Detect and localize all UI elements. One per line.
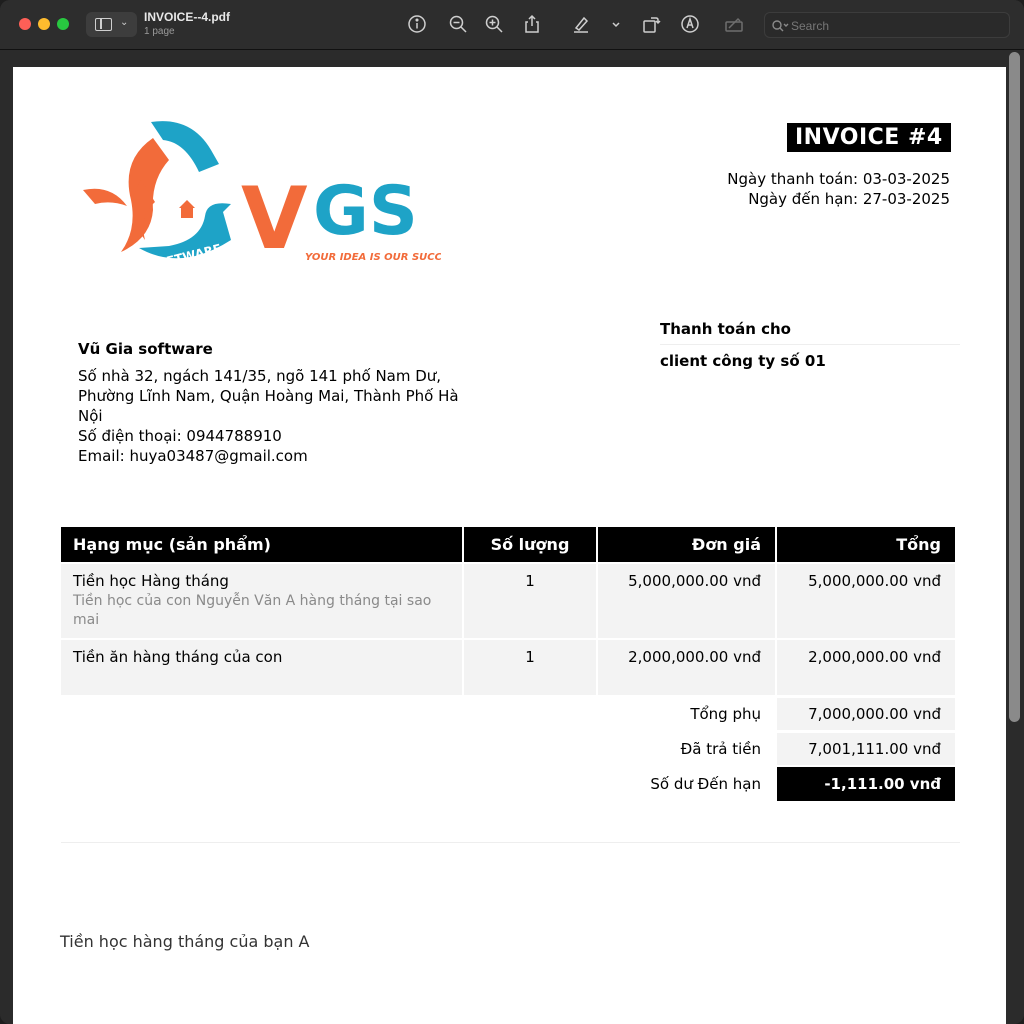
rotate-icon	[643, 17, 661, 33]
column-header-unit-price: Đơn giá	[598, 527, 775, 562]
subtotal-value: 7,000,000.00 vnđ	[777, 698, 955, 730]
table-row-item: Tiền ăn hàng tháng của con	[61, 640, 462, 695]
rotate-button[interactable]	[641, 14, 661, 34]
share-button[interactable]	[522, 14, 542, 34]
item-quantity: 1	[464, 564, 596, 638]
item-total: 2,000,000.00 vnđ	[777, 640, 955, 695]
zoom-out-button[interactable]	[448, 14, 468, 34]
search-icon	[772, 20, 789, 32]
item-quantity: 1	[464, 640, 596, 695]
vertical-scrollbar[interactable]	[1009, 52, 1020, 722]
markup-button[interactable]	[680, 14, 700, 34]
bill-to-name: client công ty số 01	[660, 352, 826, 370]
logo-gs: GS	[313, 172, 418, 251]
pdf-page: SOFTWARE V GS YOUR IDEA IS OUR SUCCESS I…	[13, 67, 1006, 1024]
bill-to-label: Thanh toán cho	[660, 320, 791, 338]
invoice-title: INVOICE #4	[787, 123, 951, 152]
table-row-item: Tiền học Hàng tháng Tiền học của con Ngu…	[61, 564, 462, 638]
toolbar: ⌄ INVOICE--4.pdf 1 page Search	[0, 0, 1024, 50]
markup-icon	[681, 15, 699, 33]
due-date: Ngày đến hạn: 27-03-2025	[748, 190, 950, 208]
subtotal-label: Tổng phụ	[690, 705, 761, 723]
payment-date: Ngày thanh toán: 03-03-2025	[727, 170, 950, 188]
share-icon	[525, 14, 539, 33]
preview-window: ⌄ INVOICE--4.pdf 1 page Search SOFTWARE …	[0, 0, 1024, 1024]
minimize-window-button[interactable]	[38, 18, 50, 30]
zoom-in-icon	[485, 15, 503, 33]
sign-button[interactable]	[724, 14, 744, 34]
invoice-note: Tiền học hàng tháng của bạn A	[60, 932, 310, 951]
zoom-in-button[interactable]	[484, 14, 504, 34]
sign-icon	[725, 17, 743, 32]
search-field[interactable]: Search	[764, 12, 1010, 38]
zoom-out-icon	[449, 15, 467, 33]
document-page-count: 1 page	[144, 26, 175, 37]
document-title: INVOICE--4.pdf	[144, 10, 230, 24]
logo-v: V	[241, 169, 308, 269]
company-logo: SOFTWARE V GS YOUR IDEA IS OUR SUCCESS	[83, 121, 441, 270]
item-name: Tiền ăn hàng tháng của con	[73, 648, 283, 666]
footer-divider	[61, 842, 960, 843]
balance-due-label: Số dư Đến hạn	[650, 775, 761, 793]
paid-label: Đã trả tiền	[680, 740, 761, 758]
zoom-window-button[interactable]	[57, 18, 69, 30]
paid-value: 7,001,111.00 vnđ	[777, 733, 955, 765]
balance-due-value: -1,111.00 vnđ	[777, 767, 955, 801]
sidebar-icon	[95, 18, 112, 31]
info-icon	[408, 15, 426, 33]
bill-to-divider	[660, 344, 960, 345]
sender-name: Vũ Gia software	[78, 340, 213, 358]
highlight-button[interactable]	[571, 14, 591, 34]
close-window-button[interactable]	[19, 18, 31, 30]
highlight-options-button[interactable]	[606, 14, 620, 34]
chevron-down-icon	[612, 22, 620, 28]
sidebar-toggle-button[interactable]: ⌄	[86, 12, 137, 37]
sender-phone: Số điện thoại: 0944788910	[78, 427, 282, 445]
item-unit-price: 2,000,000.00 vnđ	[598, 640, 775, 695]
item-description: Tiền học của con Nguyễn Văn A hàng tháng…	[73, 593, 432, 628]
item-total: 5,000,000.00 vnđ	[777, 564, 955, 638]
highlight-icon	[574, 16, 589, 33]
sender-email: Email: huya03487@gmail.com	[78, 447, 308, 465]
document-viewer[interactable]: SOFTWARE V GS YOUR IDEA IS OUR SUCCESS I…	[0, 51, 1024, 1024]
sender-address: Số nhà 32, ngách 141/35, ngõ 141 phố Nam…	[78, 367, 459, 425]
logo-tagline: YOUR IDEA IS OUR SUCCESS	[305, 252, 441, 263]
column-header-total: Tổng	[777, 527, 955, 562]
column-header-quantity: Số lượng	[464, 527, 596, 562]
item-unit-price: 5,000,000.00 vnđ	[598, 564, 775, 638]
item-name: Tiền học Hàng tháng	[73, 572, 229, 590]
info-button[interactable]	[407, 14, 427, 34]
chevron-down-icon: ⌄	[120, 17, 129, 28]
search-placeholder: Search	[791, 19, 830, 33]
column-header-item: Hạng mục (sản phẩm)	[61, 527, 462, 562]
